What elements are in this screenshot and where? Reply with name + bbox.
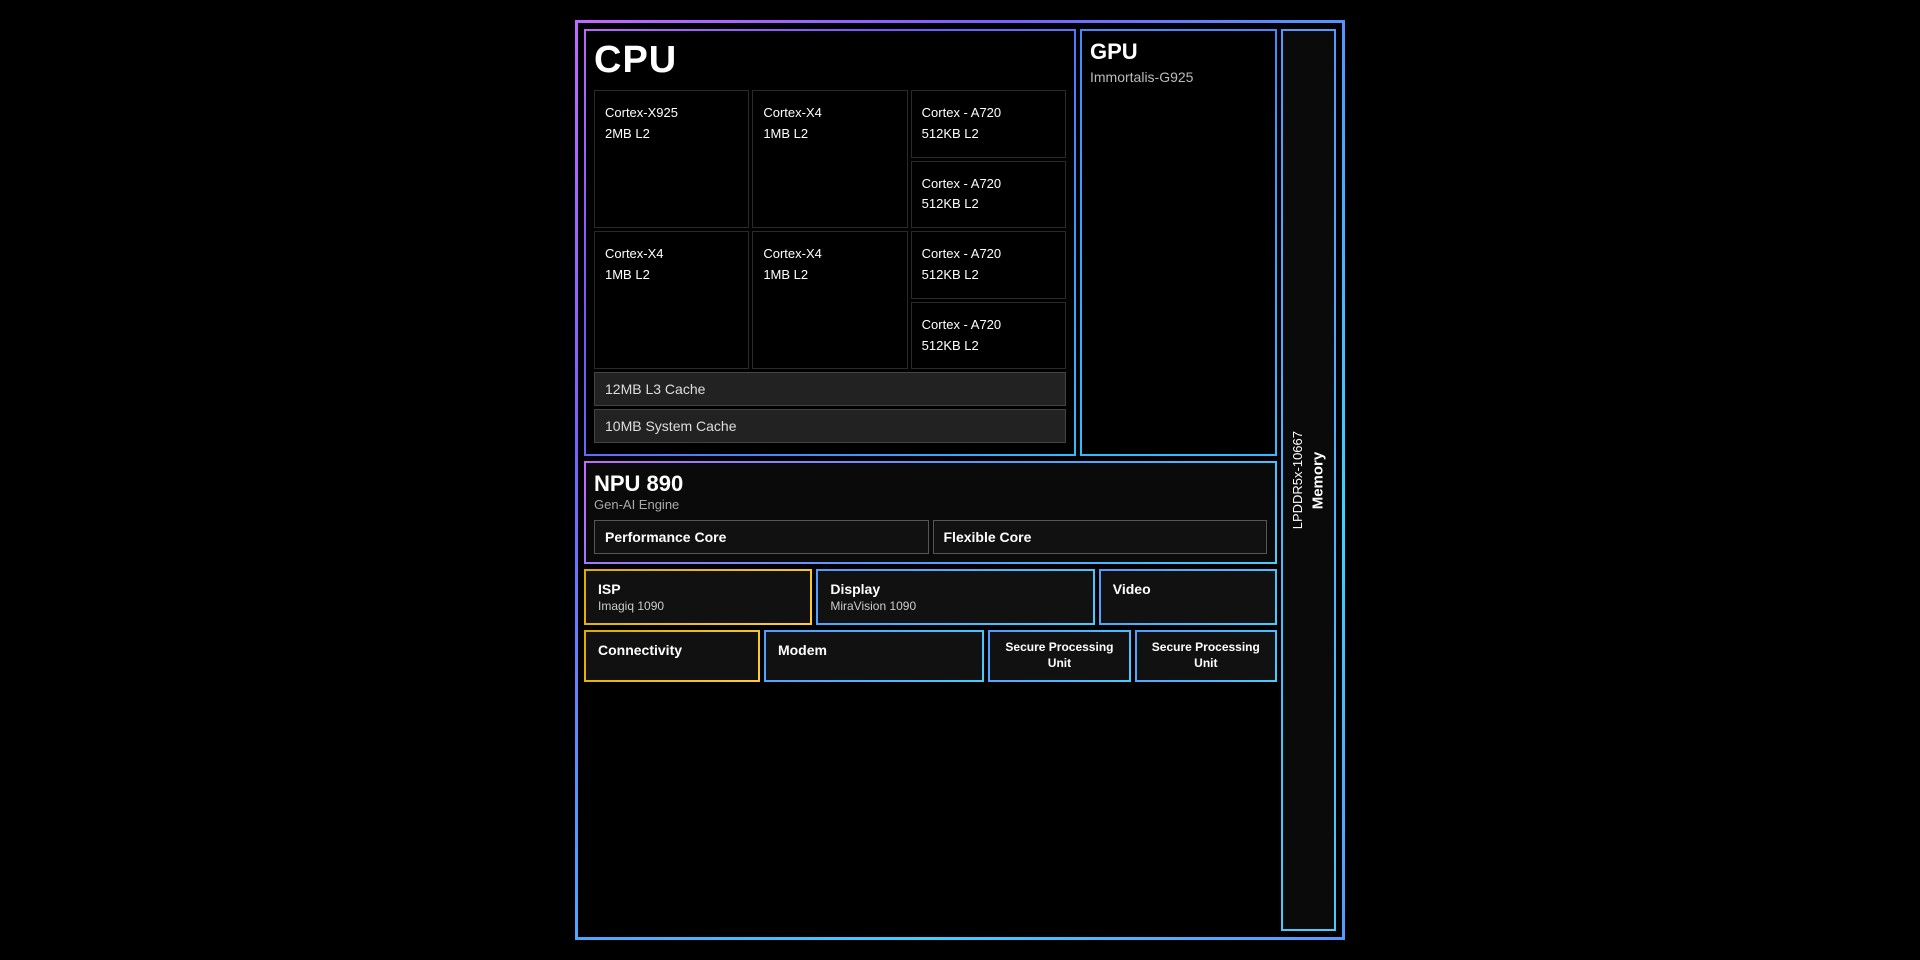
- core-a720-2: Cortex - A720 512KB L2: [911, 161, 1066, 229]
- memory-section: Memory LPDDR5x-10667: [1281, 29, 1336, 931]
- core-x925-name: Cortex-X925: [605, 103, 738, 124]
- l3-cache-bar: 12MB L3 Cache: [594, 372, 1066, 406]
- npu-section: NPU 890 Gen-AI Engine Performance Core F…: [584, 461, 1277, 564]
- top-section: CPU Cortex-X925 2MB L2 Cortex-X4 1MB L2: [584, 29, 1277, 456]
- core-x4-top-cache: 1MB L2: [763, 124, 896, 145]
- core-a720-4-name: Cortex - A720: [922, 315, 1055, 336]
- isp-label: ISP: [598, 581, 798, 597]
- npu-title: NPU 890: [594, 471, 1267, 497]
- connectivity-cell: Connectivity: [584, 630, 760, 681]
- core-a720-2-cache: 512KB L2: [922, 194, 1055, 215]
- memory-title: Memory: [1309, 451, 1326, 509]
- main-chip-area: CPU Cortex-X925 2MB L2 Cortex-X4 1MB L2: [584, 29, 1277, 931]
- core-a720-2-name: Cortex - A720: [922, 174, 1055, 195]
- gpu-title: GPU: [1090, 39, 1267, 65]
- isp-cell: ISP Imagiq 1090: [584, 569, 812, 625]
- display-cell: Display MiraVision 1090: [816, 569, 1094, 625]
- core-x4-top-name: Cortex-X4: [763, 103, 896, 124]
- gpu-section: GPU Immortalis-G925: [1080, 29, 1277, 456]
- modem-cell: Modem: [764, 630, 984, 681]
- isp-row: ISP Imagiq 1090 Display MiraVision 1090 …: [584, 569, 1277, 625]
- chip-diagram: CPU Cortex-X925 2MB L2 Cortex-X4 1MB L2: [575, 20, 1345, 940]
- conn-row: Connectivity Modem Secure Processing Uni…: [584, 630, 1277, 681]
- core-a720-1-cache: 512KB L2: [922, 124, 1055, 145]
- core-a720-3: Cortex - A720 512KB L2: [911, 231, 1066, 299]
- core-x4-ml-name: Cortex-X4: [605, 244, 738, 265]
- display-model: MiraVision 1090: [830, 599, 1080, 613]
- gpu-model: Immortalis-G925: [1090, 69, 1267, 85]
- spu1-cell: Secure Processing Unit: [988, 630, 1130, 681]
- core-x4-mid-right: Cortex-X4 1MB L2: [752, 231, 907, 369]
- npu-flex-core: Flexible Core: [933, 520, 1268, 554]
- npu-perf-core: Performance Core: [594, 520, 929, 554]
- npu-cores-row: Performance Core Flexible Core: [594, 520, 1267, 554]
- core-x4-mr-name: Cortex-X4: [763, 244, 896, 265]
- cpu-section: CPU Cortex-X925 2MB L2 Cortex-X4 1MB L2: [584, 29, 1076, 456]
- core-x4-ml-cache: 1MB L2: [605, 265, 738, 286]
- cpu-title: CPU: [594, 39, 1066, 82]
- npu-subtitle: Gen-AI Engine: [594, 497, 1267, 512]
- core-a720-4: Cortex - A720 512KB L2: [911, 302, 1066, 370]
- memory-type: LPDDR5x-10667: [1290, 431, 1305, 529]
- core-a720-4-cache: 512KB L2: [922, 336, 1055, 357]
- isp-model: Imagiq 1090: [598, 599, 798, 613]
- core-x925: Cortex-X925 2MB L2: [594, 90, 749, 228]
- core-x4-top: Cortex-X4 1MB L2: [752, 90, 907, 228]
- system-cache-bar: 10MB System Cache: [594, 409, 1066, 443]
- core-a720-1: Cortex - A720 512KB L2: [911, 90, 1066, 158]
- video-cell: Video: [1099, 569, 1277, 625]
- video-label: Video: [1113, 581, 1263, 597]
- core-x925-cache: 2MB L2: [605, 124, 738, 145]
- display-label: Display: [830, 581, 1080, 597]
- core-a720-3-name: Cortex - A720: [922, 244, 1055, 265]
- core-x4-mr-cache: 1MB L2: [763, 265, 896, 286]
- memory-text: Memory LPDDR5x-10667: [1288, 431, 1330, 529]
- core-x4-mid-left: Cortex-X4 1MB L2: [594, 231, 749, 369]
- core-a720-3-cache: 512KB L2: [922, 265, 1055, 286]
- core-a720-1-name: Cortex - A720: [922, 103, 1055, 124]
- spu2-cell: Secure Processing Unit: [1135, 630, 1277, 681]
